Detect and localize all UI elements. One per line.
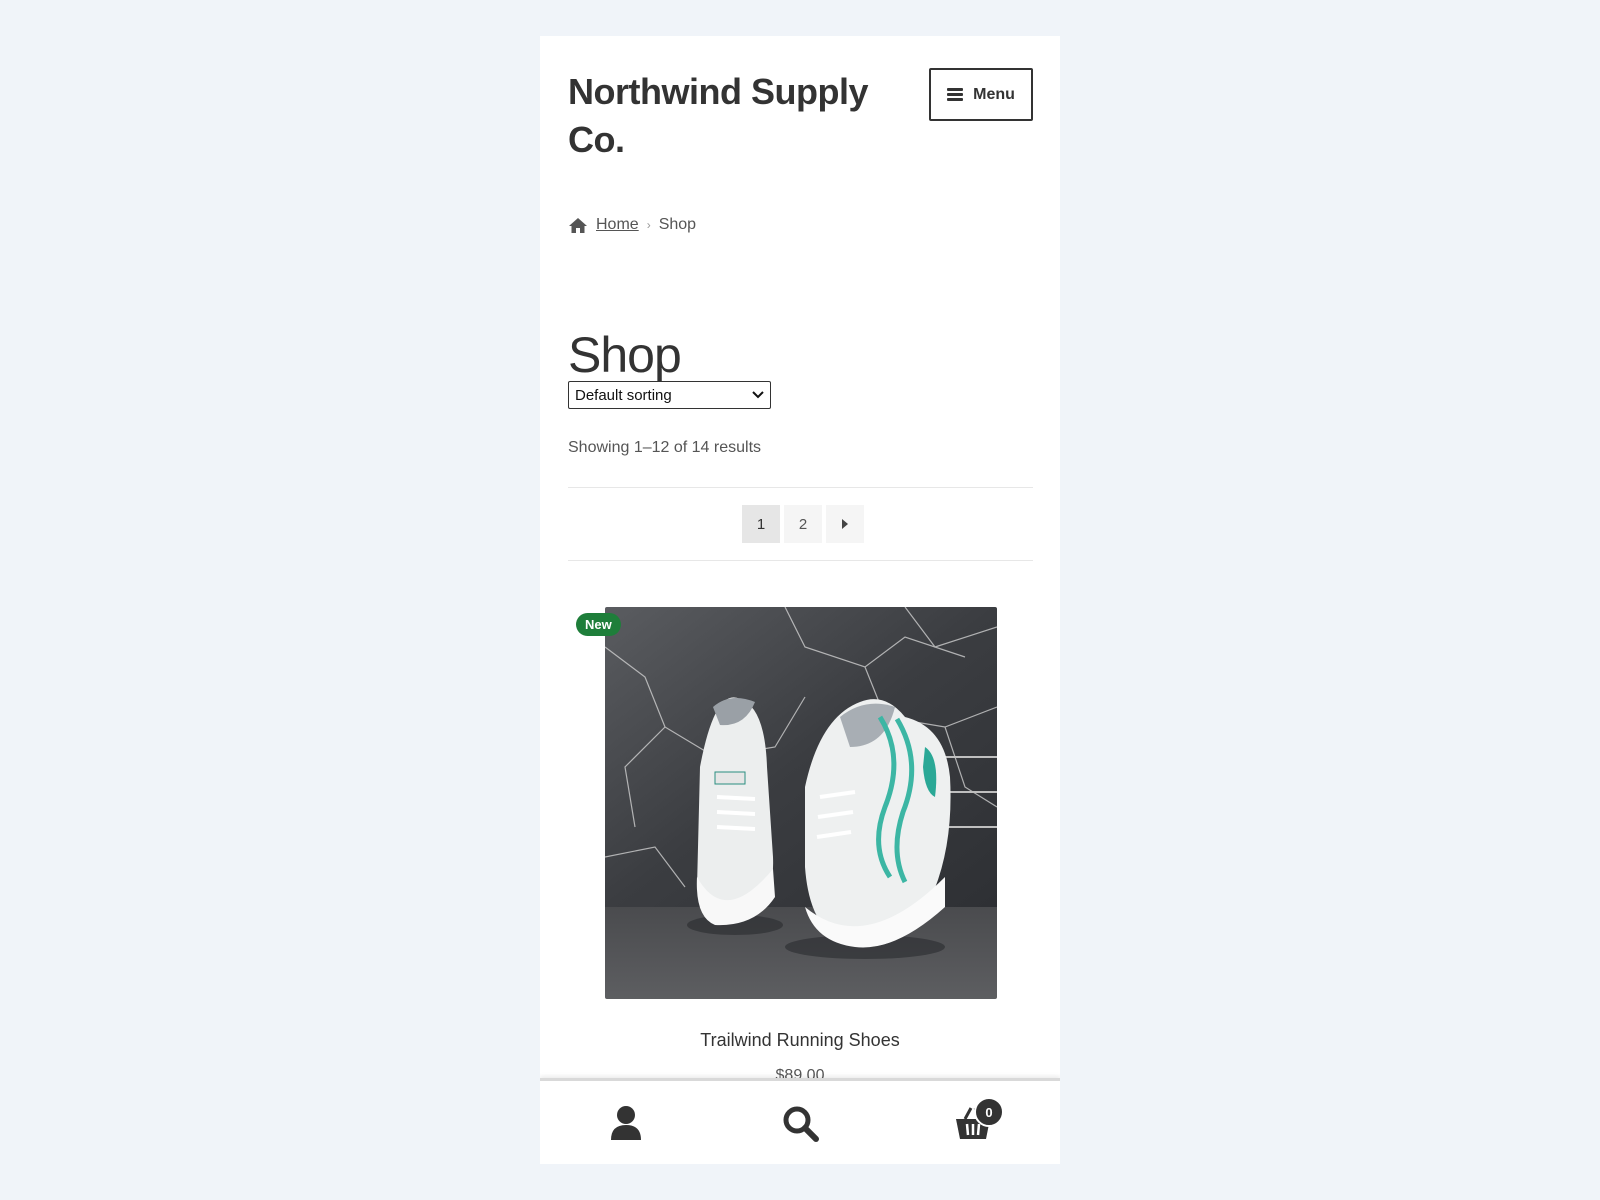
user-icon[interactable] [606,1103,646,1143]
page-title: Shop [568,327,682,383]
breadcrumb: Home › Shop [568,216,696,234]
search-icon[interactable] [780,1103,820,1143]
breadcrumb-separator-icon: › [646,218,651,232]
page-2-link[interactable]: 2 [784,505,822,543]
mobile-viewport: Northwind Supply Co. Menu Home › Shop Sh… [540,36,1060,1164]
divider [568,560,1033,561]
caret-right-icon [842,519,848,529]
product-image[interactable] [605,607,997,999]
chevron-down-icon [752,391,764,399]
menu-button[interactable]: Menu [929,68,1033,121]
pagination: 1 2 [742,505,864,543]
cart-count-badge: 0 [974,1097,1004,1127]
home-icon [569,217,587,233]
product-title[interactable]: Trailwind Running Shoes [540,1030,1060,1051]
sort-select-value: Default sorting [575,386,672,404]
bottom-handheld-bar: 0 [540,1078,1060,1164]
next-page-link[interactable] [826,505,864,543]
menu-button-label: Menu [973,85,1015,103]
breadcrumb-current: Shop [658,216,697,233]
page-1-link[interactable]: 1 [742,505,780,543]
sort-select[interactable]: Default sorting [568,381,771,409]
new-badge: New [576,613,621,636]
sneakers-photo [605,607,997,999]
hamburger-icon [947,88,964,101]
breadcrumb-home-link[interactable]: Home [596,216,639,234]
result-count: Showing 1–12 of 14 results [568,439,762,456]
divider [568,487,1033,488]
site-title[interactable]: Northwind Supply Co. [568,68,898,164]
